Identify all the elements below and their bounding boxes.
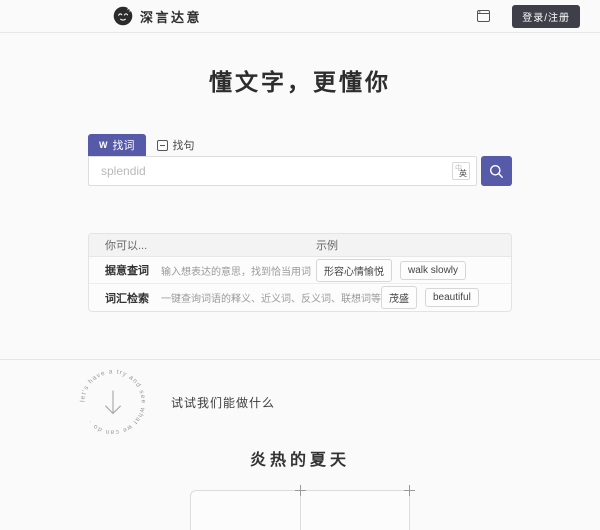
tab-find-sentence[interactable]: 找句 [146,134,206,156]
column-example: 示例 [316,237,511,253]
tab-find-word[interactable]: W 找词 [88,134,146,156]
plus-mark [404,485,415,496]
brand: 深言达意 [113,6,202,26]
examples-table-header: 你可以... 示例 [89,234,511,257]
tab-find-word-label: 找词 [113,137,135,153]
search-input-wrap: 中 英 [88,156,477,186]
header-actions: 登录/注册 [477,5,580,28]
translate-toggle-icon[interactable]: 中 英 [452,162,470,180]
feature-description: 输入想表达的意思，找到恰当用词 [161,263,311,278]
example-chip[interactable]: beautiful [425,288,479,307]
top-bar: 深言达意 登录/注册 [0,0,600,33]
find-words-icon: W [99,141,108,150]
examples-table: 你可以... 示例 据意查词 输入想表达的意思，找到恰当用词 形容心情愉悦 wa… [88,233,512,312]
section-divider [0,359,600,360]
example-chip[interactable]: 形容心情愉悦 [316,259,392,282]
search-mode-tabs: W 找词 找句 [88,134,512,156]
table-row: 据意查词 输入想表达的意思，找到恰当用词 形容心情愉悦 walk slowly [89,257,511,284]
search-bar: 中 英 [88,156,512,186]
result-preview-box [190,490,410,530]
search-icon [489,164,504,179]
circular-text-badge: let's have a try and see what we can do … [73,362,153,442]
feature-name: 词汇检索 [105,290,149,306]
try-section: let's have a try and see what we can do … [73,362,600,442]
login-register-button[interactable]: 登录/注册 [512,5,580,28]
find-sentences-icon [157,140,168,151]
feature-description: 一键查询词语的释义、近义词、反义词、联想词等 [161,290,381,305]
brand-name: 深言达意 [140,7,202,26]
preview-column [191,491,301,530]
search-button[interactable] [481,156,512,186]
down-arrow-icon [105,391,120,414]
column-you-can: 你可以... [89,237,316,253]
plus-mark [295,485,306,496]
feature-name: 据意查词 [105,262,149,278]
browser-extension-icon[interactable] [477,10,490,22]
hero-title: 懂文字，更懂你 [0,63,600,97]
example-chip[interactable]: walk slowly [400,261,466,280]
tab-find-sentence-label: 找句 [173,137,195,153]
sample-query-title: 炎热的夏天 [0,446,600,470]
preview-column [301,491,410,530]
brand-logo-icon [113,6,133,26]
example-chip[interactable]: 茂盛 [381,286,417,309]
table-row: 词汇检索 一键查询词语的释义、近义词、反义词、联想词等 茂盛 beautiful [89,284,511,311]
translate-to-label: 英 [459,168,467,179]
search-input[interactable] [89,164,452,178]
try-hint-text: 试试我们能做什么 [171,394,275,411]
